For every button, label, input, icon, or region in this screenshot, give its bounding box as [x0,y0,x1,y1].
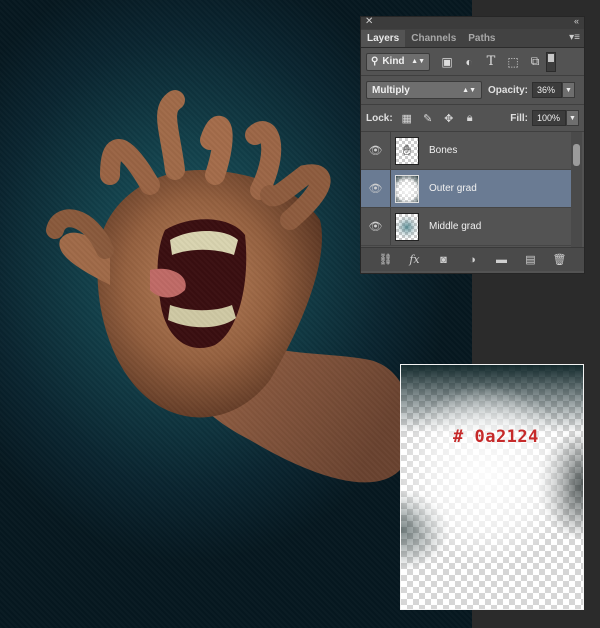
opacity-dropdown-button[interactable]: ▼ [562,82,576,98]
lock-row: Lock: ▦ ✎ ✥ 🔒︎ Fill: 100% ▼ [361,105,584,132]
panel-tabs: Layers Channels Paths ▾≡ [361,29,584,48]
gradient-thumbnail [396,213,418,240]
layer-name: Bones [429,145,458,156]
shape-layer-filter-icon[interactable]: ⬚ [506,55,520,69]
tab-layers[interactable]: Layers [361,30,406,47]
opacity-input[interactable]: 36% [532,82,563,98]
filter-kind-label: Kind [382,56,405,67]
panel-title-bar[interactable]: ✕ « [361,16,584,29]
layer-list-scrollbar[interactable] [571,132,582,247]
collapse-icon[interactable]: « [574,16,579,26]
fill-label: Fill: [510,112,528,124]
chevron-updown-icon: ▲▼ [462,86,476,94]
tab-channels[interactable]: Channels [405,30,462,47]
filter-kind-select[interactable]: ⚲ Kind ▲▼ [366,52,430,71]
type-layer-filter-icon[interactable]: T [484,54,498,69]
blend-mode-select[interactable]: Multiply ▲▼ [366,81,482,99]
layer-name: Outer grad [429,183,477,194]
layer-thumbnail [395,212,419,241]
opacity-label: Opacity: [488,84,529,96]
close-icon[interactable]: ✕ [365,16,373,27]
layer-row-outer-grad[interactable]: 👁︎ Outer grad [361,170,571,208]
add-mask-icon[interactable]: ◙ [437,254,451,266]
color-hex-label: # 0a2124 [453,427,539,447]
tab-paths[interactable]: Paths [462,30,501,47]
blend-row: Multiply ▲▼ Opacity: 36% ▼ [361,76,584,105]
layer-name: Middle grad [429,221,482,232]
adjustment-layer-icon[interactable]: ◑ [466,254,480,266]
filter-toggle-switch[interactable] [546,51,556,72]
gradient-preview-inset: # 0a2124 [400,364,584,610]
new-group-folder-icon[interactable]: ▬ [495,254,509,266]
lock-position-icon[interactable]: ✥ [443,112,455,125]
visibility-eye-icon[interactable]: 👁︎ [361,132,391,169]
search-icon: ⚲ [371,56,379,67]
gradient-thumbnail [396,175,418,202]
layer-row-bones[interactable]: 👁︎ ✋︎ Bones [361,132,571,170]
blend-mode-value: Multiply [372,84,410,96]
chevron-updown-icon: ▲▼ [411,58,425,65]
visibility-eye-icon[interactable]: 👁︎ [361,170,391,207]
panel-bottom-toolbar: ⛓︎ fx ◙ ◑ ▬ ▤ 🗑︎ [361,247,584,271]
gradient-preview-shading [401,365,583,609]
fill-input[interactable]: 100% [532,110,566,126]
visibility-eye-icon[interactable]: 👁︎ [361,208,391,245]
layer-row-middle-grad[interactable]: 👁︎ Middle grad [361,208,571,246]
lock-transparent-pixels-icon[interactable]: ▦ [401,112,413,125]
trash-icon[interactable]: 🗑︎ [553,253,567,266]
lock-label: Lock: [366,112,393,124]
hand-bones-thumbnail-icon: ✋︎ [403,142,411,158]
layer-style-fx-icon[interactable]: fx [408,253,422,266]
adjustment-layer-filter-icon[interactable]: ◐ [462,55,476,69]
smart-object-filter-icon[interactable]: ⧉ [528,54,542,69]
fill-dropdown-button[interactable]: ▼ [566,110,579,126]
scrollbar-thumb[interactable] [573,144,580,166]
layer-list: 👁︎ ✋︎ Bones 👁︎ Outer grad 👁︎ Middle grad [361,132,584,247]
panel-menu-icon[interactable]: ▾≡ [569,32,580,43]
layer-thumbnail: ✋︎ [395,136,419,165]
layer-thumbnail [395,174,419,203]
new-layer-icon[interactable]: ▤ [524,253,538,266]
layers-panel: ✕ « Layers Channels Paths ▾≡ ⚲ Kind ▲▼ ▣… [360,16,585,274]
lock-image-pixels-icon[interactable]: ✎ [422,112,434,125]
layer-filter-row: ⚲ Kind ▲▼ ▣ ◐ T ⬚ ⧉ [361,48,584,76]
link-layers-icon[interactable]: ⛓︎ [379,253,393,266]
pixel-layer-filter-icon[interactable]: ▣ [440,55,454,69]
lock-all-icon[interactable]: 🔒︎ [464,112,476,124]
